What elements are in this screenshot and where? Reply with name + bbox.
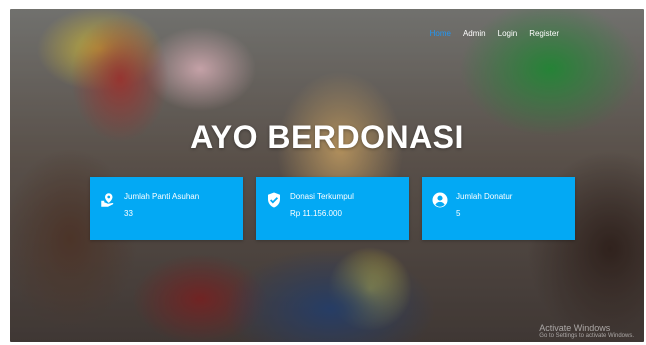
shield-check-icon: [268, 192, 280, 208]
stat-title: Donasi Terkumpul: [290, 192, 354, 201]
page-frame: Home Admin Login Register AYO BERDONASI …: [10, 9, 644, 342]
stat-card-donatur: Jumlah Donatur 5: [422, 177, 575, 240]
nav-home-link[interactable]: Home: [430, 29, 451, 38]
stat-value: 33: [124, 209, 133, 218]
hero-overlay: [10, 9, 644, 342]
nav-admin-link[interactable]: Admin: [463, 29, 486, 38]
watermark-subtitle: Go to Settings to activate Windows.: [539, 333, 634, 339]
stat-value: Rp 11.156.000: [290, 209, 342, 218]
nav-login-link[interactable]: Login: [498, 29, 518, 38]
building-icon: [101, 193, 114, 207]
stat-card-donasi: Donasi Terkumpul Rp 11.156.000: [256, 177, 409, 240]
hero-title: AYO BERDONASI: [190, 119, 464, 155]
windows-activation-watermark: Activate Windows Go to Settings to activ…: [539, 323, 634, 339]
stats-cards: Jumlah Panti Asuhan 33 Donasi Terkumpul …: [90, 177, 575, 240]
user-circle-icon: [432, 192, 448, 208]
stat-title: Jumlah Donatur: [456, 192, 513, 201]
top-nav: Home Admin Login Register: [430, 29, 559, 38]
nav-register-link[interactable]: Register: [529, 29, 559, 38]
stat-card-panti: Jumlah Panti Asuhan 33: [90, 177, 243, 240]
stat-value: 5: [456, 209, 461, 218]
watermark-title: Activate Windows: [539, 323, 611, 333]
stat-title: Jumlah Panti Asuhan: [124, 192, 200, 201]
